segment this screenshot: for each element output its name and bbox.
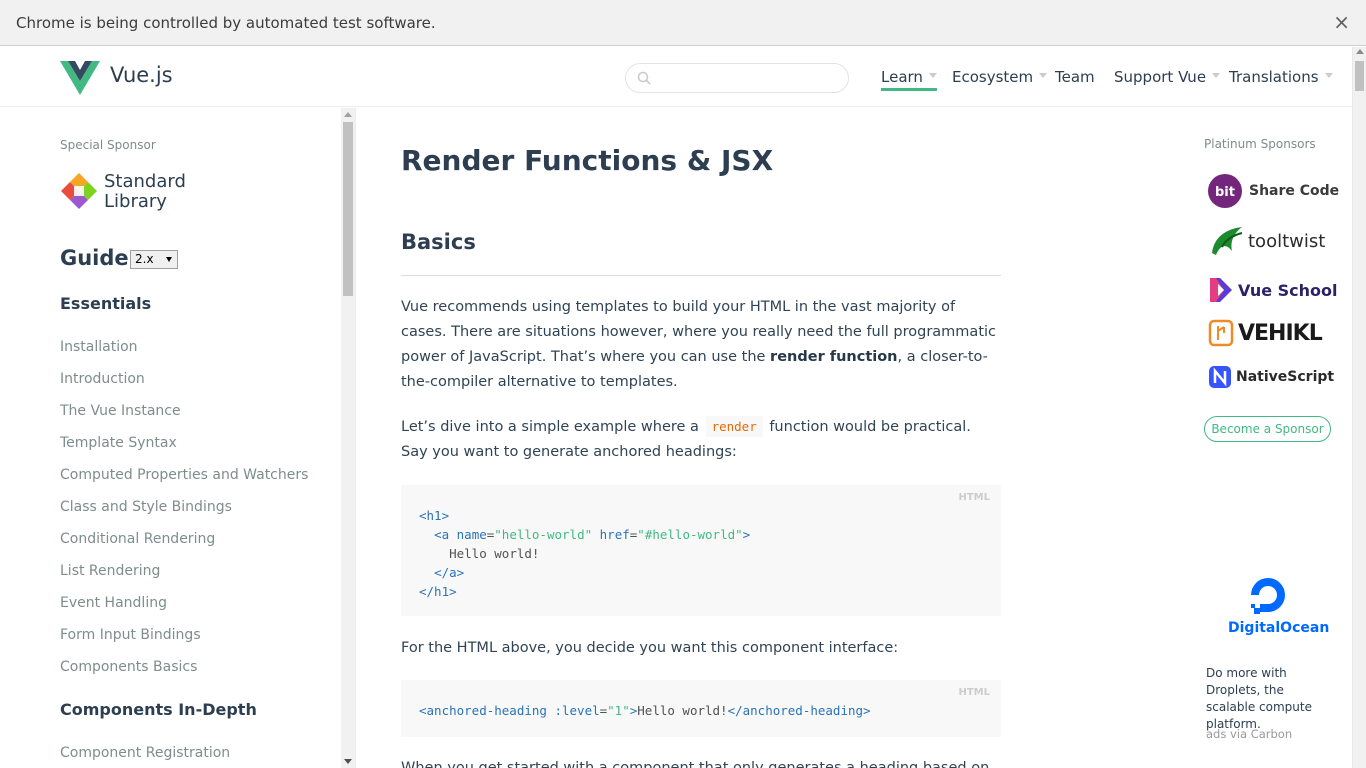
code-lang-label: HTML (958, 492, 990, 503)
bit-logo-icon: bit (1208, 174, 1242, 208)
chevron-down-icon (1212, 73, 1221, 78)
p2-text-a: Let’s dive into a simple example where a (401, 419, 704, 435)
sidebar-item-list-rendering[interactable]: List Rendering (60, 563, 160, 579)
nav-team[interactable]: Team (1055, 68, 1095, 86)
sponsor-tooltwist-label: tooltwist (1248, 230, 1326, 252)
sidebar-item-event-handling[interactable]: Event Handling (60, 595, 167, 611)
sponsor-vueschool[interactable]: Vue School (1208, 275, 1338, 305)
sponsor-vueschool-label: Vue School (1238, 280, 1338, 300)
nav-learn[interactable]: Learn (881, 68, 937, 91)
special-sponsor-label: Special Sponsor (60, 138, 156, 152)
site-brand[interactable]: Vue.js (110, 63, 173, 87)
version-select-value: 2.x (135, 252, 154, 266)
sponsor-nativescript[interactable]: NativeScript (1208, 362, 1334, 392)
sidebar-item-introduction[interactable]: Introduction (60, 371, 145, 387)
svg-text:bit: bit (1215, 185, 1235, 200)
nav-support-vue[interactable]: Support Vue (1114, 68, 1221, 86)
infobar-message: Chrome is being controlled by automated … (16, 14, 436, 32)
page-scrollbar[interactable] (1352, 47, 1366, 768)
standard-library-logo-icon[interactable] (60, 172, 98, 210)
carbon-ad-text[interactable]: Do more with Droplets, the scalable comp… (1206, 665, 1336, 733)
sidebar-item-vue-instance[interactable]: The Vue Instance (60, 403, 181, 419)
search-input[interactable] (658, 69, 838, 87)
nav-ecosystem[interactable]: Ecosystem (952, 68, 1048, 86)
version-select[interactable]: 2.x (130, 250, 178, 269)
sponsor-vehikl[interactable]: VEHIKL (1208, 318, 1323, 348)
sponsor-bit[interactable]: bit Share Code (1208, 174, 1340, 208)
chevron-down-icon (166, 257, 172, 262)
sponsor-vehikl-label: VEHIKL (1238, 320, 1323, 346)
paragraph-example: Let’s dive into a simple example where a… (401, 414, 1001, 465)
site-header: Vue.js Learn Ecosystem Team Support Vue … (0, 47, 1352, 107)
ads-via-carbon[interactable]: ads via Carbon (1206, 727, 1292, 741)
paragraph-component-interface: For the HTML above, you decide you want … (401, 640, 899, 656)
search-box[interactable] (625, 63, 849, 93)
section-components-in-depth: Components In-Depth (60, 700, 257, 719)
sponsor-nativescript-label: NativeScript (1236, 369, 1335, 385)
sidebar-item-template-syntax[interactable]: Template Syntax (60, 435, 177, 451)
scroll-down-icon[interactable] (344, 759, 352, 764)
stdlib-line1: Standard (104, 171, 186, 192)
code-content: <h1> <a name="hello-world" href="#hello-… (419, 508, 751, 599)
code-block-html: HTML <h1> <a name="hello-world" href="#h… (401, 485, 1001, 616)
digitalocean-logo-icon[interactable] (1247, 574, 1289, 616)
nav-translations-label: Translations (1229, 68, 1319, 86)
paragraph-intro: Vue recommends using templates to build … (401, 295, 1001, 395)
sponsor-bit-label: Share Code (1249, 183, 1340, 199)
vueschool-logo-icon (1210, 278, 1232, 302)
chevron-down-icon (1324, 73, 1333, 78)
sidebar-scrollbar-thumb[interactable] (343, 122, 353, 296)
chevron-down-icon (928, 73, 937, 78)
nav-translations[interactable]: Translations (1229, 68, 1333, 86)
tooltwist-logo-icon (1212, 227, 1243, 255)
sidebar-item-components-basics[interactable]: Components Basics (60, 659, 197, 675)
page-title: Render Functions & JSX (401, 144, 774, 177)
sidebar-item-installation[interactable]: Installation (60, 339, 138, 355)
code-lang-label: HTML (958, 687, 990, 698)
nativescript-logo-icon (1209, 366, 1231, 388)
sidebar: Special Sponsor Standard Library Guide 2… (0, 108, 356, 768)
standard-library-logo[interactable]: Standard Library (104, 172, 186, 212)
vue-logo-icon[interactable] (60, 61, 100, 95)
divider (401, 275, 1001, 276)
sidebar-item-conditional-rendering[interactable]: Conditional Rendering (60, 531, 215, 547)
sidebar-item-form-input-bindings[interactable]: Form Input Bindings (60, 627, 201, 643)
vehikl-logo-icon (1208, 319, 1234, 347)
become-sponsor-button[interactable]: Become a Sponsor (1204, 416, 1331, 442)
sidebar-item-computed-properties[interactable]: Computed Properties and Watchers (60, 467, 308, 483)
scroll-up-icon[interactable] (344, 112, 352, 117)
section-essentials: Essentials (60, 294, 152, 313)
stdlib-line2: Library (104, 191, 167, 212)
code-block-html-2: HTML <anchored-heading :level="1">Hello … (401, 680, 1001, 737)
automation-infobar: Chrome is being controlled by automated … (0, 0, 1366, 46)
page-scrollbar-thumb[interactable] (1355, 61, 1364, 91)
platinum-sponsors-label: Platinum Sponsors (1204, 137, 1316, 151)
close-icon[interactable]: × (1333, 11, 1350, 33)
chevron-down-icon (1039, 73, 1048, 78)
nav-support-vue-label: Support Vue (1114, 68, 1207, 86)
p1-strong: render function (770, 349, 898, 365)
sidebar-item-class-style-bindings[interactable]: Class and Style Bindings (60, 499, 232, 515)
nav-learn-label: Learn (881, 68, 923, 86)
nav-team-label: Team (1055, 68, 1095, 86)
digitalocean-label[interactable]: DigitalOcean (1228, 620, 1329, 636)
guide-heading: Guide (60, 246, 129, 270)
paragraph-partial: When you get started with a component th… (401, 760, 990, 768)
inline-code-render: render (705, 416, 763, 437)
sponsor-tooltwist[interactable]: tooltwist (1208, 226, 1325, 256)
heading-basics[interactable]: Basics (401, 230, 476, 254)
code-content: <anchored-heading :level="1">Hello world… (419, 703, 871, 718)
sidebar-scrollbar[interactable] (341, 108, 355, 768)
sidebar-item-component-registration[interactable]: Component Registration (60, 745, 230, 761)
search-icon (637, 71, 651, 85)
scroll-up-icon[interactable] (1356, 49, 1364, 54)
nav-ecosystem-label: Ecosystem (952, 68, 1034, 86)
